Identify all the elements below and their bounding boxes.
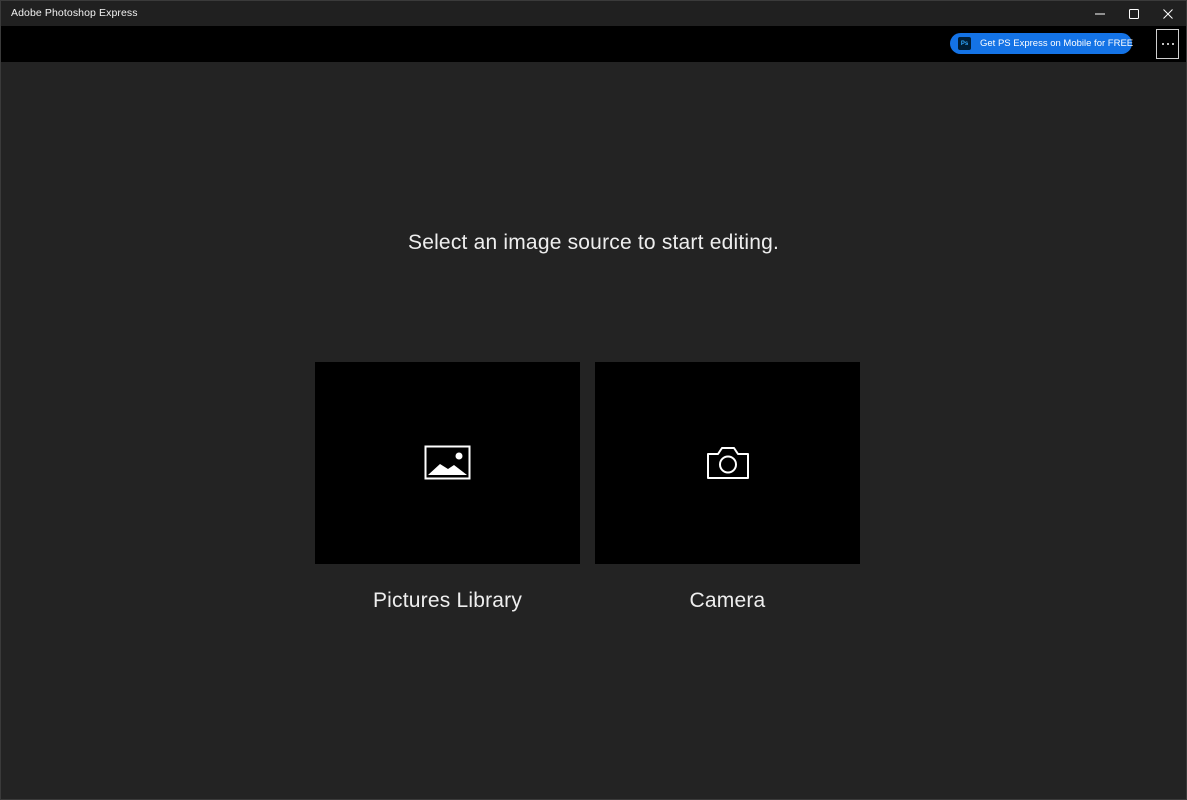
more-options-button[interactable]: [1156, 29, 1179, 59]
ps-icon-text: Ps: [960, 40, 969, 47]
page-prompt: Select an image source to start editing.: [407, 231, 780, 254]
camera-icon: [706, 447, 749, 479]
camera-label: Camera: [689, 589, 766, 612]
more-options-icon: [1171, 43, 1174, 45]
pictures-library-tile[interactable]: [315, 362, 580, 564]
title-bar[interactable]: Adobe Photoshop Express: [1, 1, 1186, 26]
app-window: Adobe Photoshop Express Ps Get PS Expres…: [0, 0, 1187, 800]
photoshop-express-icon: Ps: [958, 37, 971, 50]
window-title: Adobe Photoshop Express: [11, 7, 138, 19]
maximize-icon: [1129, 8, 1139, 19]
minimize-button[interactable]: [1083, 1, 1117, 26]
pictures-library-label: Pictures Library: [372, 589, 523, 612]
close-button[interactable]: [1151, 1, 1185, 26]
maximize-button[interactable]: [1117, 1, 1151, 26]
get-mobile-app-button[interactable]: Ps Get PS Express on Mobile for FREE: [950, 33, 1134, 54]
camera-tile[interactable]: [595, 362, 860, 564]
close-icon: [1163, 8, 1173, 19]
image-icon: [424, 445, 470, 480]
more-options-icon: [1161, 43, 1164, 45]
promo-label: Get PS Express on Mobile for FREE: [980, 38, 1134, 49]
app-toolbar: Ps Get PS Express on Mobile for FREE: [1, 26, 1186, 62]
more-options-icon: [1166, 43, 1169, 45]
minimize-icon: [1095, 13, 1105, 14]
